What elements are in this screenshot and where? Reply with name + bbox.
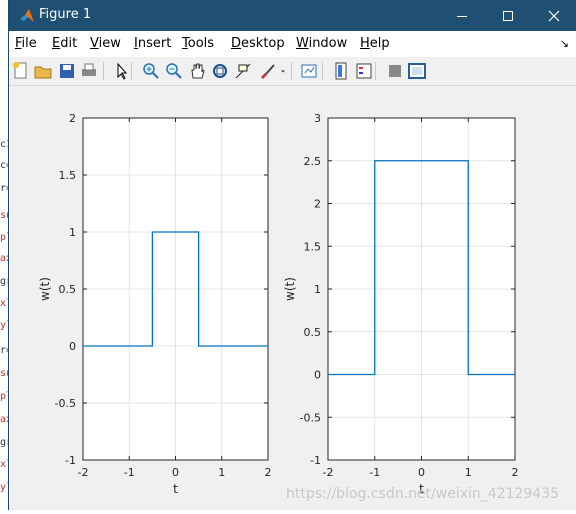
menu-tools[interactable]: Tools	[182, 36, 214, 51]
menu-edit[interactable]: Edit	[52, 36, 77, 51]
legend-icon	[356, 63, 372, 79]
figure-canvas[interactable]: -2 -1 0 1 2 -1 -0.5 0 0.5 1 1.5 2 t w(t) -2 -1 0 1 2 -1 -0.5…	[9, 86, 576, 510]
matlab-logo-icon	[20, 9, 34, 22]
menu-insert[interactable]: Insert	[134, 36, 171, 51]
close-icon	[548, 10, 560, 21]
open-file-icon	[34, 66, 52, 79]
open-file-button[interactable]	[33, 61, 53, 81]
new-figure-button[interactable]	[11, 61, 31, 81]
brush-button[interactable]	[257, 61, 277, 81]
pan-icon	[191, 63, 205, 79]
x-axis-label: t	[173, 482, 178, 496]
y-tick-label: 1.5	[59, 169, 77, 182]
colorbar-button[interactable]	[331, 61, 351, 81]
figure-toolbar	[9, 57, 576, 86]
y-tick-label: 1	[314, 283, 321, 296]
x-tick-label: 0	[172, 466, 179, 479]
menu-file[interactable]: File	[15, 36, 37, 51]
menubar-overflow-icon[interactable]: ↘	[560, 37, 569, 50]
toolbar-separator	[103, 62, 104, 80]
brush-icon	[261, 64, 275, 79]
menu-desktop[interactable]: Desktop	[231, 36, 285, 51]
x-tick-label: 1	[465, 466, 472, 479]
y-tick-label: 2	[314, 198, 321, 211]
x-tick-label: 1	[218, 466, 225, 479]
y-tick-label: -1	[310, 454, 321, 467]
maximize-button[interactable]	[485, 0, 531, 31]
y-tick-label: 2	[69, 112, 76, 125]
pointer-icon	[117, 62, 128, 80]
save-icon	[60, 64, 74, 78]
y-tick-label: -1	[65, 454, 76, 467]
toolbar-separator	[322, 62, 323, 80]
y-tick-label: 3	[314, 112, 321, 125]
data-cursor-button[interactable]	[233, 61, 253, 81]
zoom-in-button[interactable]	[141, 61, 161, 81]
plots-svg[interactable]: -2 -1 0 1 2-1-0.500.511.52tw(t)-2 -1 0 1 2-1-0.5…	[9, 86, 576, 510]
hide-plot-tools-button[interactable]	[385, 61, 405, 81]
minimize-button[interactable]	[439, 0, 485, 31]
minimize-icon	[457, 15, 467, 17]
rotate-3d-icon	[213, 64, 227, 78]
title-bar[interactable]: Figure 1	[9, 0, 576, 31]
pointer-button[interactable]	[112, 61, 132, 81]
colorbar-icon	[335, 62, 347, 80]
x-tick-label: 2	[265, 466, 272, 479]
brush-dropdown-button[interactable]	[278, 61, 288, 81]
show-plot-tools-icon	[408, 63, 426, 79]
y-tick-label: -0.5	[300, 411, 321, 424]
toolbar-separator	[375, 62, 376, 80]
rotate-3d-button[interactable]	[210, 61, 230, 81]
menu-bar: ↘ File Edit View Insert Tools Desktop Window He…	[9, 31, 576, 57]
zoom-out-icon	[166, 63, 182, 79]
maximize-icon	[503, 10, 513, 21]
y-tick-label: 0	[314, 369, 321, 382]
new-figure-icon	[13, 62, 27, 79]
x-tick-label: -2	[78, 466, 89, 479]
y-axis-label: w(t)	[38, 277, 52, 301]
x-tick-label: 2	[512, 466, 519, 479]
brush-dropdown-icon	[281, 70, 285, 73]
y-tick-label: 0.5	[304, 326, 322, 339]
print-button[interactable]	[79, 61, 99, 81]
save-button[interactable]	[57, 61, 77, 81]
legend-button[interactable]	[354, 61, 374, 81]
x-tick-label: 0	[418, 466, 425, 479]
menu-view[interactable]: View	[90, 36, 121, 51]
y-tick-label: 1	[69, 226, 76, 239]
menu-help[interactable]: Help	[360, 36, 390, 51]
window-title: Figure 1	[39, 7, 92, 22]
y-tick-label: 2.5	[304, 155, 322, 168]
zoom-out-button[interactable]	[164, 61, 184, 81]
close-button[interactable]	[531, 0, 576, 31]
print-icon	[82, 63, 96, 76]
x-tick-label: -1	[369, 466, 380, 479]
y-tick-label: 0	[69, 340, 76, 353]
background-editor-strip: c1 c= r= su pl ax gr xl yl r= su pl ax gr xl yl	[0, 0, 12, 514]
toolbar-separator	[291, 62, 292, 80]
watermark-text: https://blog.csdn.net/weixin_42129435	[286, 486, 560, 502]
y-tick-label: 1.5	[304, 240, 322, 253]
hide-plot-tools-icon	[389, 65, 401, 77]
y-tick-label: -0.5	[55, 397, 76, 410]
x-tick-label: -2	[323, 466, 334, 479]
show-plot-tools-button[interactable]	[407, 61, 427, 81]
link-plot-icon	[301, 64, 317, 78]
y-tick-label: 0.5	[59, 283, 77, 296]
y-axis-label: w(t)	[283, 277, 297, 301]
menu-window[interactable]: Window	[296, 36, 347, 51]
pan-button[interactable]	[187, 61, 207, 81]
figure-window: Figure 1 ↘ File Edit View Insert Tools Deskto…	[8, 0, 576, 510]
zoom-in-icon	[143, 63, 159, 79]
x-tick-label: -1	[124, 466, 135, 479]
data-cursor-icon	[235, 63, 251, 79]
link-plot-button[interactable]	[299, 61, 319, 81]
